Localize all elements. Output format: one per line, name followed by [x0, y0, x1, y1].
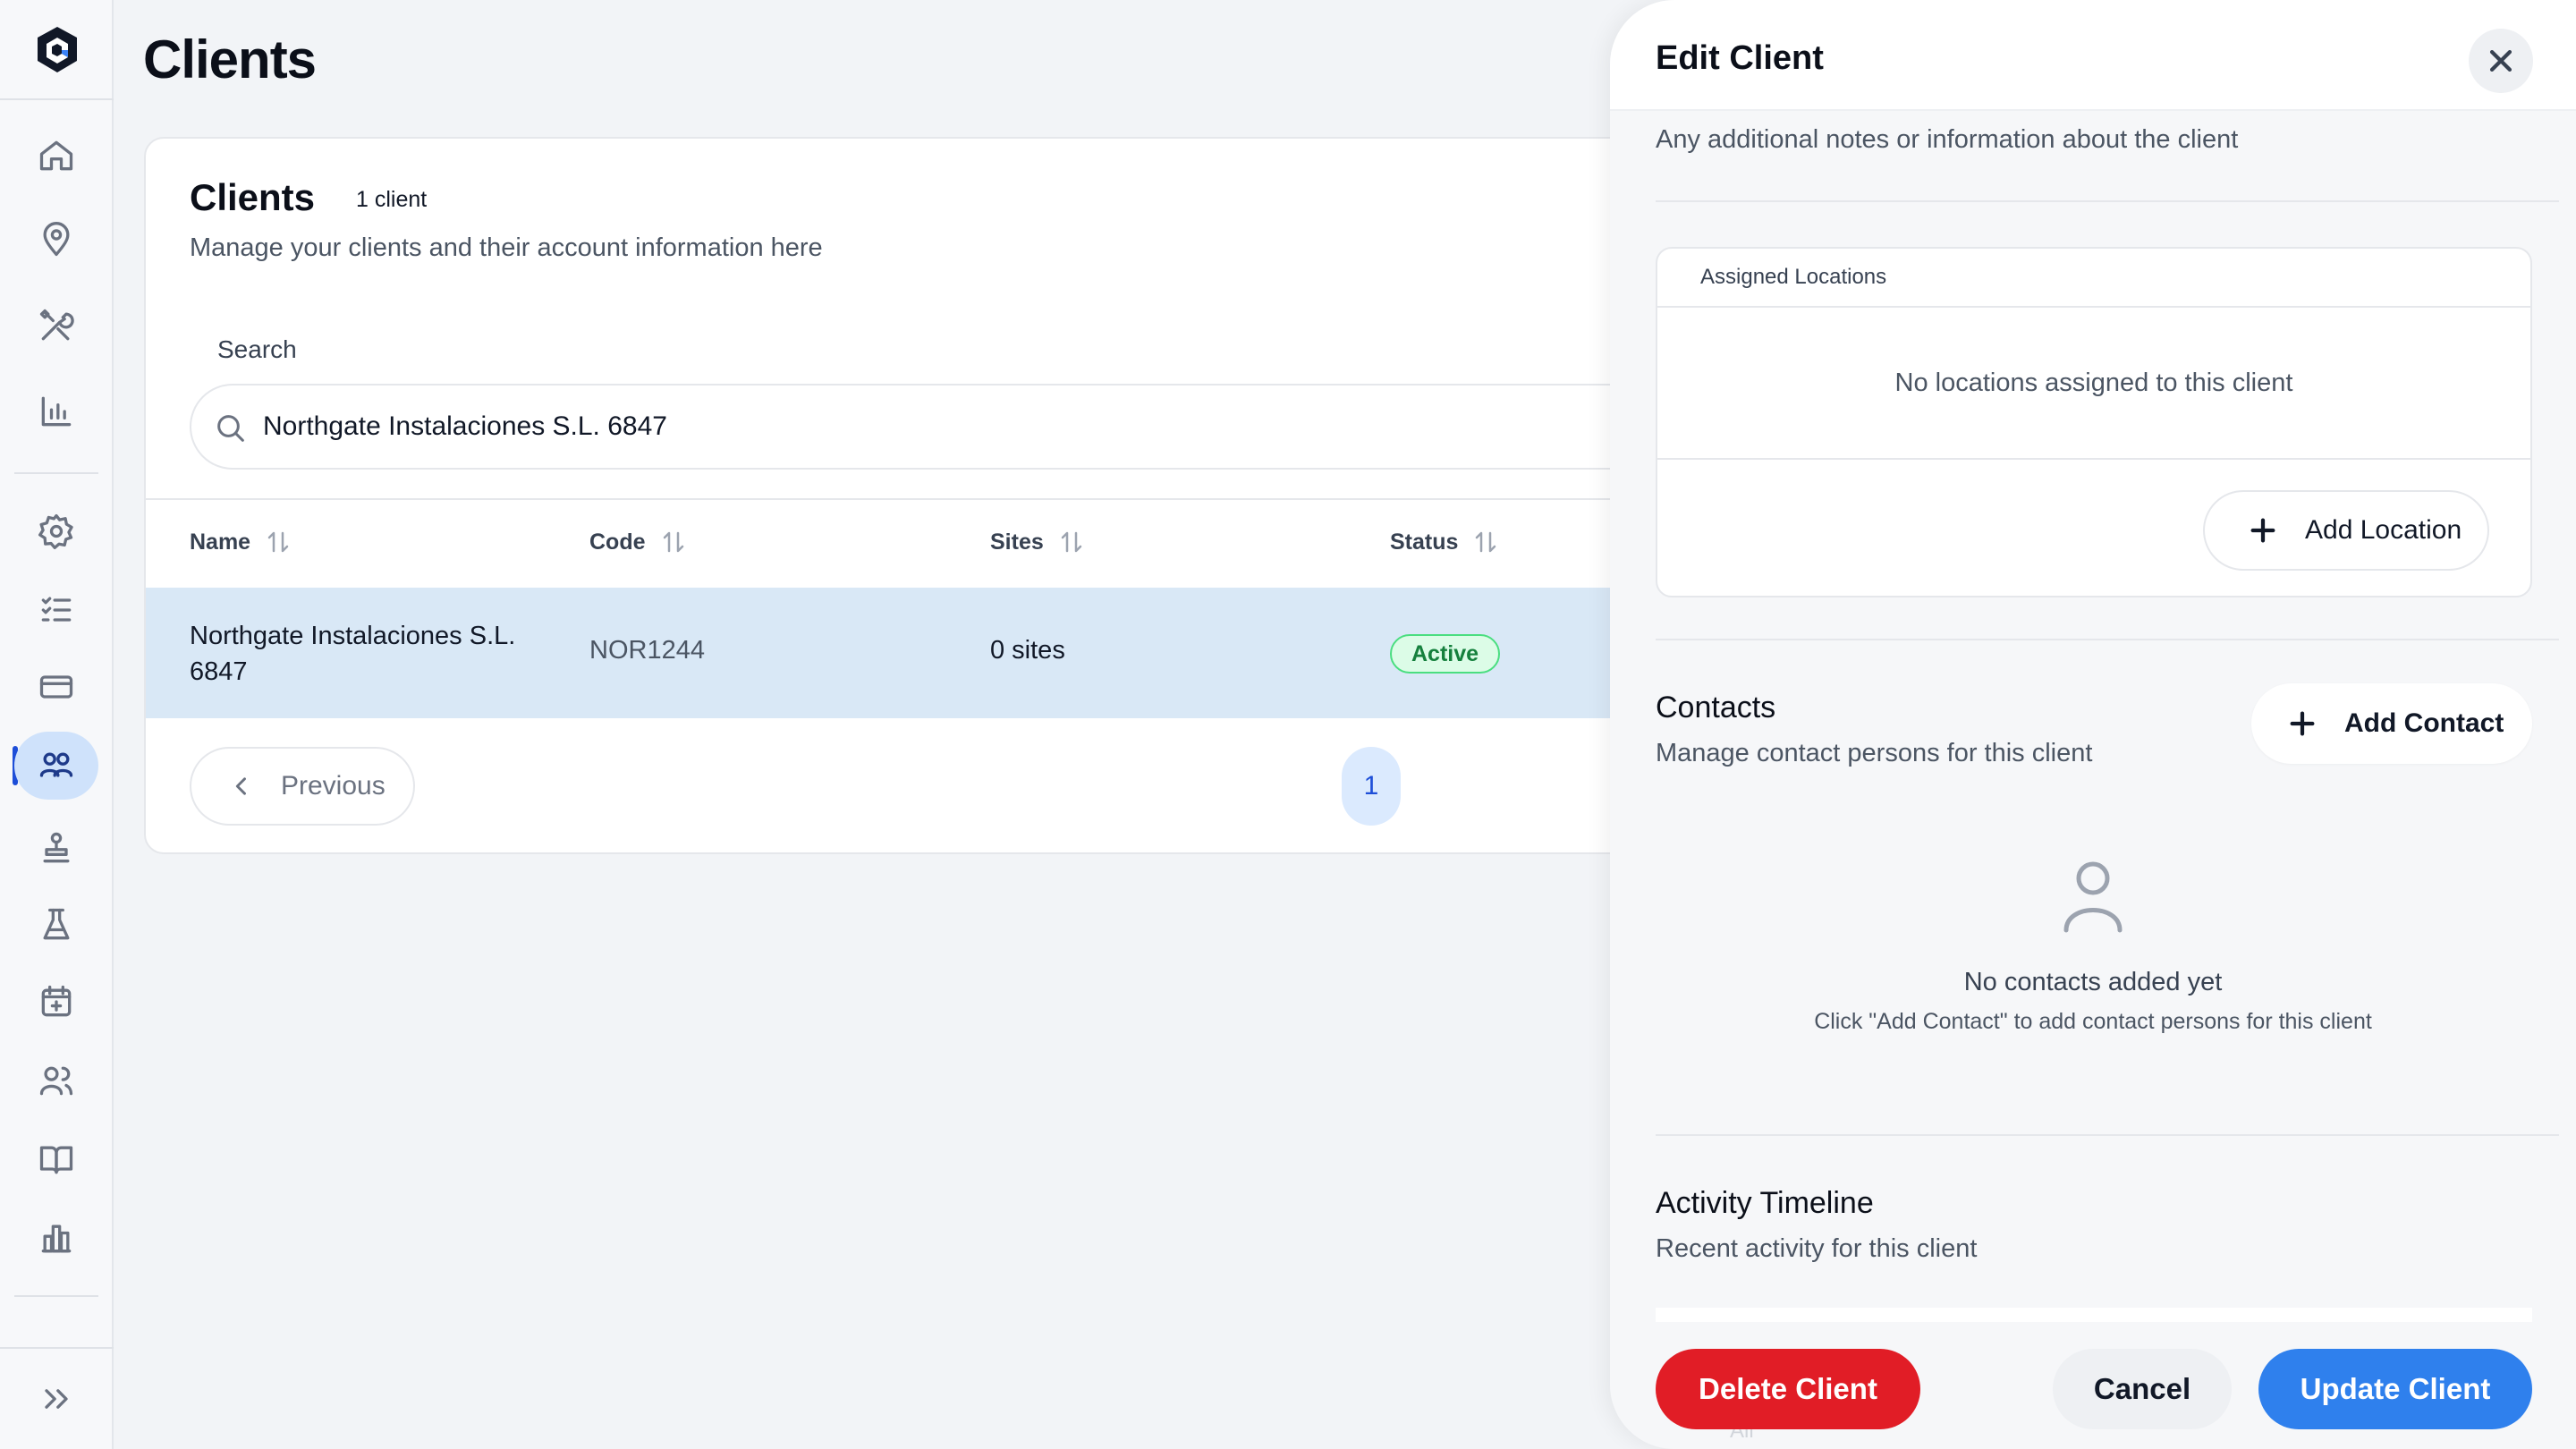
- close-icon: [2489, 49, 2512, 72]
- notes-helper-text: Any additional notes or information abou…: [1656, 125, 2239, 154]
- expand-icon: [45, 1389, 68, 1409]
- page-title: Clients: [143, 30, 317, 89]
- column-header-label: Sites: [990, 529, 1044, 555]
- sidebar-divider: [0, 1347, 114, 1349]
- nav-reports[interactable]: [14, 377, 98, 445]
- previous-label: Previous: [281, 771, 386, 801]
- card-subtitle: Manage your clients and their account in…: [190, 233, 823, 262]
- sidebar-divider: [0, 98, 114, 100]
- contacts-empty-title: No contacts added yet: [1963, 968, 2223, 996]
- search-label: Search: [217, 335, 297, 363]
- section-divider: [1656, 1134, 2559, 1136]
- cancel-button[interactable]: Cancel: [2053, 1349, 2232, 1429]
- book-icon: [39, 1146, 73, 1174]
- plus-icon: [2250, 518, 2275, 543]
- flask-icon: [43, 908, 70, 940]
- activity-timeline-subtitle: Recent activity for this client: [1656, 1234, 1978, 1263]
- contacts-title: Contacts: [1656, 691, 1776, 724]
- panel-title: Edit Client: [1656, 39, 1824, 77]
- nav-clients[interactable]: [14, 732, 98, 800]
- stamp-icon: [43, 832, 70, 863]
- section-divider: [1656, 639, 2559, 640]
- update-client-button[interactable]: Update Client: [2258, 1349, 2532, 1429]
- delete-client-button[interactable]: Delete Client: [1656, 1349, 1920, 1429]
- contacts-empty-hint: Click "Add Contact" to add contact perso…: [1814, 1009, 2372, 1034]
- table-row[interactable]: Northgate Instalaciones S.L. 6847 NOR124…: [146, 588, 1806, 718]
- contacts-subtitle: Manage contact persons for this client: [1656, 739, 2093, 767]
- clients-icon: [39, 752, 73, 777]
- nav-approvals[interactable]: [14, 814, 98, 882]
- column-header-label: Status: [1390, 529, 1459, 555]
- home-icon: [39, 140, 73, 171]
- sort-icon: [1476, 531, 1496, 553]
- divider: [1657, 306, 2530, 308]
- assigned-locations-card: Assigned Locations No locations assigned…: [1656, 247, 2532, 597]
- edit-client-panel: Edit Client Any additional notes or info…: [1610, 0, 2576, 1449]
- close-button[interactable]: [2469, 29, 2533, 93]
- nav-schedule[interactable]: [14, 968, 98, 1036]
- tools-icon: [39, 309, 74, 341]
- plus-icon: [2290, 711, 2315, 736]
- search-box[interactable]: [190, 384, 1806, 470]
- credit-card-icon: [39, 675, 73, 699]
- nav-checklists[interactable]: [14, 576, 98, 644]
- nav-settings[interactable]: [14, 497, 98, 565]
- section-divider: [1656, 200, 2559, 202]
- users-icon: [39, 1066, 73, 1096]
- add-contact-button[interactable]: Add Contact: [2251, 683, 2532, 764]
- nav-lab[interactable]: [14, 891, 98, 959]
- sort-icon: [663, 531, 683, 553]
- nav-team[interactable]: [14, 1046, 98, 1114]
- page-number-button[interactable]: 1: [1342, 747, 1401, 826]
- add-location-label: Add Location: [2305, 515, 2462, 545]
- divider: [1657, 458, 2530, 460]
- client-name-cell: Northgate Instalaciones S.L. 6847: [190, 622, 516, 686]
- location-pin-icon: [43, 222, 70, 257]
- column-header-label: Name: [190, 529, 251, 555]
- person-icon: [2063, 861, 2123, 933]
- sidebar-divider: [14, 1295, 98, 1297]
- nav-locations[interactable]: [14, 206, 98, 274]
- client-count-badge: 1 client: [356, 187, 428, 212]
- card-title: Clients: [190, 176, 316, 218]
- add-contact-label: Add Contact: [2344, 708, 2504, 738]
- client-code-cell: NOR1244: [589, 636, 705, 665]
- gear-icon: [38, 513, 73, 549]
- status-badge: Active: [1390, 634, 1501, 674]
- nav-home[interactable]: [14, 122, 98, 190]
- column-header-label: Code: [589, 529, 646, 555]
- client-sites-cell: 0 sites: [990, 636, 1065, 665]
- checklist-icon: [41, 597, 72, 622]
- nav-analytics[interactable]: [14, 1204, 98, 1272]
- search-icon: [217, 415, 244, 442]
- chevron-left-icon: [235, 777, 246, 795]
- search-input[interactable]: [263, 386, 1605, 468]
- buildings-chart-icon: [41, 1224, 72, 1253]
- add-location-button[interactable]: Add Location: [2203, 490, 2489, 571]
- locations-empty-text: No locations assigned to this client: [1894, 369, 2293, 397]
- nav-tools[interactable]: [14, 292, 98, 360]
- expand-sidebar-button[interactable]: [14, 1365, 98, 1433]
- app-logo-icon[interactable]: [32, 23, 82, 77]
- column-header-sites[interactable]: Sites: [990, 529, 1085, 555]
- calendar-plus-icon: [41, 985, 72, 1017]
- sort-icon: [267, 531, 289, 553]
- previous-page-button[interactable]: Previous: [190, 747, 415, 826]
- nav-docs[interactable]: [14, 1125, 98, 1193]
- nav-billing[interactable]: [14, 653, 98, 721]
- panel-footer: All Delete Client Cancel Update Client: [1610, 1322, 2576, 1449]
- bar-chart-icon: [41, 396, 72, 427]
- activity-timeline-title: Activity Timeline: [1656, 1186, 1874, 1220]
- sort-icon: [1061, 531, 1082, 553]
- panel-header: Edit Client: [1610, 0, 2576, 111]
- assigned-locations-label: Assigned Locations: [1700, 265, 1887, 289]
- clients-card: Clients 1 client Manage your clients and…: [144, 137, 1808, 854]
- sidebar: [0, 0, 114, 1449]
- column-header-status[interactable]: Status: [1390, 529, 1499, 555]
- column-header-code[interactable]: Code: [589, 529, 687, 555]
- sidebar-divider: [14, 472, 98, 474]
- table-divider: [146, 498, 1806, 500]
- column-header-name[interactable]: Name: [190, 529, 292, 555]
